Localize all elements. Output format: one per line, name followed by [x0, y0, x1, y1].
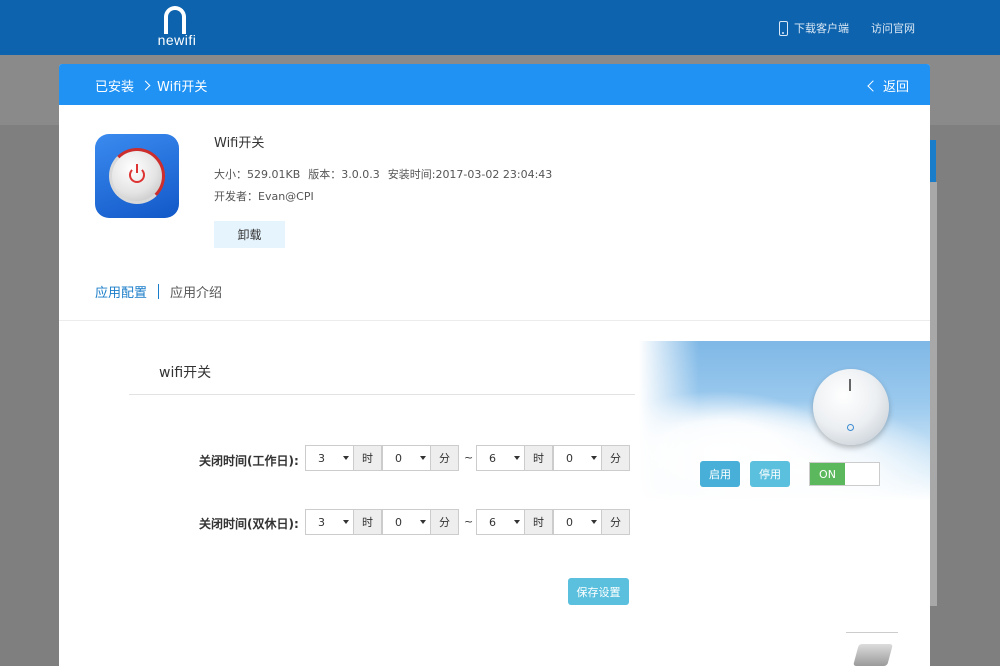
logo-mark-icon: [164, 6, 186, 34]
chevron-left-icon: [867, 79, 879, 92]
sky-fade: [639, 341, 699, 501]
save-settings-button[interactable]: 保存设置: [568, 578, 629, 605]
caret-down-icon: [514, 456, 520, 460]
wifi-toggle[interactable]: ON: [809, 462, 880, 486]
caret-down-icon: [591, 456, 597, 460]
hour-unit: 时: [525, 445, 553, 471]
top-links: 下载客户端 访问官网: [779, 20, 915, 36]
newifi-logo[interactable]: newifi: [150, 4, 200, 50]
min-unit: 分: [431, 445, 459, 471]
min-unit: 分: [602, 445, 630, 471]
breadcrumb: 已安装 Wifi开关: [95, 76, 207, 95]
disable-button[interactable]: 停用: [750, 461, 790, 487]
caret-down-icon: [343, 456, 349, 460]
tabs: 应用配置 应用介绍: [95, 282, 222, 301]
weekday-end-min-value: 0: [566, 451, 573, 465]
weekday-end-hour-select[interactable]: 6: [476, 445, 525, 471]
hour-unit: 时: [354, 445, 382, 471]
tab-app-config[interactable]: 应用配置: [95, 282, 147, 301]
weekday-end-hour-value: 6: [489, 451, 496, 465]
weekday-start-min-select[interactable]: 0: [382, 445, 431, 471]
caret-down-icon: [591, 520, 597, 524]
tabs-divider: [59, 320, 930, 321]
modal-header: 已安装 Wifi开关 返回: [59, 64, 930, 105]
hour-unit: 时: [354, 509, 382, 535]
app-name: Wifi开关: [214, 136, 265, 151]
range-separator: ~: [464, 515, 474, 528]
min-unit: 分: [431, 509, 459, 535]
caret-down-icon: [343, 520, 349, 524]
weekend-start-hour-value: 3: [318, 515, 325, 529]
power-icon: [129, 164, 145, 183]
tab-separator: [158, 284, 160, 299]
breadcrumb-current: Wifi开关: [157, 80, 208, 95]
hour-unit: 时: [525, 509, 553, 535]
background-side-tab: [929, 140, 936, 182]
weekend-end-hour-value: 6: [489, 515, 496, 529]
back-label: 返回: [882, 80, 909, 95]
caret-down-icon: [420, 456, 426, 460]
phone-icon: [779, 20, 788, 36]
visit-website-label: 访问官网: [871, 22, 915, 35]
config-divider: [129, 394, 635, 395]
weekday-start-hour-select[interactable]: 3: [305, 445, 354, 471]
weekend-end-hour-select[interactable]: 6: [476, 509, 525, 535]
tab-app-intro[interactable]: 应用介绍: [170, 282, 222, 301]
weekday-start-min-value: 0: [395, 451, 402, 465]
weekend-label: 关闭时间(双休日):: [199, 517, 299, 531]
weekday-start-hour-value: 3: [318, 451, 325, 465]
config-title: wifi开关: [159, 365, 212, 381]
app-size: 大小：529.01KB: [214, 168, 301, 181]
app-version: 版本：3.0.0.3: [308, 168, 380, 181]
corner-divider: [846, 632, 898, 633]
back-button[interactable]: 返回: [867, 76, 909, 95]
weekend-start-hour-select[interactable]: 3: [305, 509, 354, 535]
range-separator: ~: [464, 451, 474, 464]
toggle-on-label: ON: [810, 463, 845, 485]
download-client-label: 下载客户端: [794, 22, 849, 35]
chevron-right-icon: [140, 80, 151, 91]
app-icon: [95, 134, 179, 218]
weekend-start-min-select[interactable]: 0: [382, 509, 431, 535]
logo-text: newifi: [157, 32, 197, 48]
visit-website-link[interactable]: 访问官网: [871, 20, 915, 36]
weekend-start-min-value: 0: [395, 515, 402, 529]
download-client-link[interactable]: 下载客户端: [779, 20, 849, 36]
caret-down-icon: [420, 520, 426, 524]
app-install-time: 安装时间:2017-03-02 23:04:43: [387, 168, 553, 181]
weekend-end-min-value: 0: [566, 515, 573, 529]
background-side-panel: [929, 182, 937, 606]
power-knob-icon: [109, 148, 165, 204]
breadcrumb-installed[interactable]: 已安装: [95, 76, 134, 95]
weekday-label: 关闭时间(工作日):: [199, 454, 299, 468]
weekend-end-min-select[interactable]: 0: [553, 509, 602, 535]
app-detail-modal: 已安装 Wifi开关 返回 Wifi开关 大小：529.01KB 版本：3.0.…: [59, 64, 930, 666]
weekday-end-min-select[interactable]: 0: [553, 445, 602, 471]
app-meta: 大小：529.01KB 版本：3.0.0.3 安装时间:2017-03-02 2…: [214, 166, 552, 182]
app-developer: 开发者：Evan@CPI: [214, 190, 314, 203]
uninstall-button[interactable]: 卸载: [214, 221, 285, 248]
enable-button[interactable]: 启用: [700, 461, 740, 487]
dial-knob-icon: [813, 369, 889, 445]
min-unit: 分: [602, 509, 630, 535]
caret-down-icon: [514, 520, 520, 524]
top-header: newifi 下载客户端 访问官网: [0, 0, 1000, 55]
drive-icon: [853, 644, 893, 666]
